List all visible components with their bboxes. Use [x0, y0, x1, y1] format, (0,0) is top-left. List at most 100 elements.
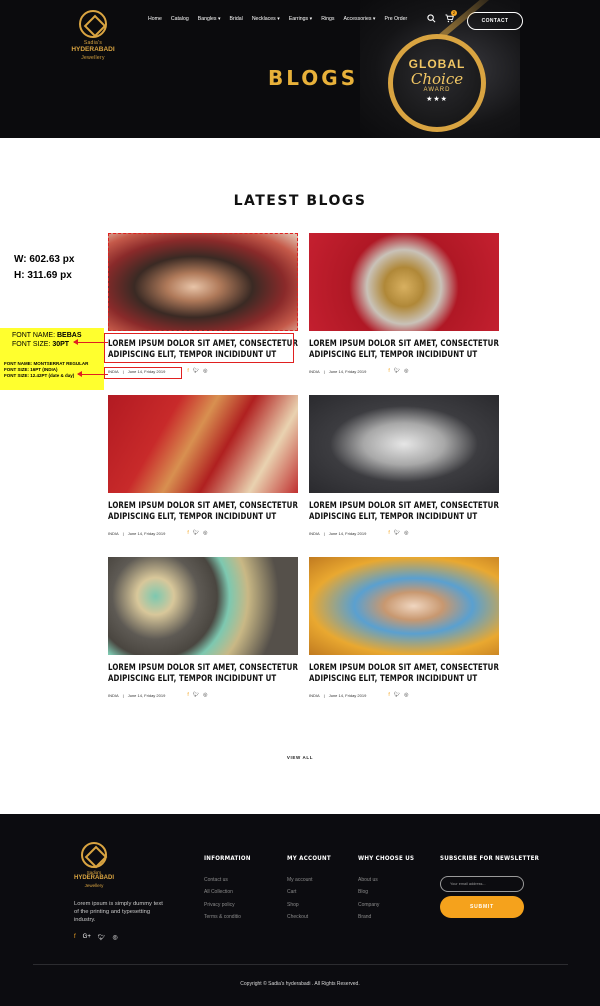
share-icons: f 🐦︎ ◎ — [388, 368, 408, 374]
blog-card[interactable]: LOREM IPSUM DOLOR SIT AMET, CONSECTETUR … — [108, 557, 298, 698]
blog-title[interactable]: LOREM IPSUM DOLOR SIT AMET, CONSECTETUR … — [108, 663, 298, 685]
width-annotation: W: 602.63 px — [14, 254, 75, 265]
instagram-icon[interactable]: ◎ — [404, 692, 408, 698]
nav-item-catalog[interactable]: Catalog — [171, 16, 189, 22]
twitter-icon[interactable]: 🐦︎ — [394, 530, 400, 536]
blog-date: June 14, Friday 2019 — [127, 530, 166, 536]
twitter-icon[interactable]: 🐦︎ — [193, 692, 199, 698]
nav-item-earrings[interactable]: Earrings ▾ — [289, 16, 312, 22]
footer-link[interactable]: About us — [358, 874, 424, 886]
footer-link[interactable]: All Collection — [204, 886, 259, 898]
facebook-icon[interactable]: f — [388, 530, 389, 536]
facebook-icon[interactable]: f — [187, 368, 188, 374]
blog-date: June 14, Friday 2019 — [328, 692, 367, 698]
nav-item-accessories[interactable]: Accessories ▾ — [343, 16, 375, 22]
footer-link[interactable]: Blog — [358, 886, 424, 898]
page: Sadia's HYDERABADI Jewellery Home Catalo… — [0, 0, 600, 1006]
search-icon[interactable] — [427, 14, 436, 23]
blog-card[interactable]: LOREM IPSUM DOLOR SIT AMET, CONSECTETUR … — [309, 557, 499, 698]
blog-card[interactable]: LOREM IPSUM DOLOR SIT AMET, CONSECTETUR … — [108, 395, 298, 536]
facebook-icon[interactable]: f — [388, 692, 389, 698]
blog-title[interactable]: LOREM IPSUM DOLOR SIT AMET, CONSECTETUR … — [309, 663, 499, 685]
facebook-icon[interactable]: f — [187, 530, 188, 536]
global-choice-award-badge: GLOBAL Choice AWARD ★★★ — [388, 34, 486, 132]
nav-item-bangles[interactable]: Bangles ▾ — [198, 16, 221, 22]
twitter-icon[interactable]: 🐦︎ — [394, 368, 400, 374]
chevron-down-icon: ▾ — [309, 16, 313, 22]
blog-title[interactable]: LOREM IPSUM DOLOR SIT AMET, CONSECTETUR … — [108, 501, 298, 523]
footer-link[interactable]: Cart — [287, 886, 339, 898]
nav-item-home[interactable]: Home — [148, 16, 162, 22]
nav-item-bridal[interactable]: Bridal — [230, 16, 243, 22]
instagram-icon[interactable]: ◎ — [404, 530, 408, 536]
footer-link[interactable]: Shop — [287, 899, 339, 911]
nav-item-accessories-label: Accessories — [343, 16, 372, 22]
chevron-down-icon: ▾ — [372, 16, 376, 22]
newsletter-heading: SUBSCRIBE FOR NEWSLETTER — [440, 854, 540, 862]
blog-image-bride-veil[interactable] — [309, 557, 499, 655]
blog-date: June 14, Friday 2019 — [328, 368, 367, 374]
image-annotation-box — [108, 233, 298, 331]
nav-item-preorder[interactable]: Pre Order — [385, 16, 408, 22]
blog-country: INDIA — [108, 692, 119, 698]
blog-card[interactable]: LOREM IPSUM DOLOR SIT AMET, CONSECTETUR … — [309, 395, 499, 536]
instagram-icon[interactable]: ◎ — [112, 934, 117, 941]
view-all-link[interactable]: VIEW ALL — [0, 755, 600, 760]
meta-annotation-box — [104, 367, 182, 379]
footer-link[interactable]: Terms & conditio — [204, 911, 259, 923]
logo-emblem-icon — [81, 842, 107, 868]
contact-button[interactable]: CONTACT — [467, 12, 523, 30]
blog-image-earrings[interactable] — [108, 557, 298, 655]
share-icons: f 🐦︎ ◎ — [187, 530, 207, 536]
blog-meta: INDIA | June 14, Friday 2019 f 🐦︎ ◎ — [309, 692, 409, 698]
facebook-icon[interactable]: f — [388, 368, 389, 374]
site-logo[interactable]: Sadia's HYDERABADI Jewellery — [71, 10, 115, 61]
page-title: BLOGS — [268, 66, 359, 90]
instagram-icon[interactable]: ◎ — [203, 530, 207, 536]
twitter-icon[interactable]: 🐦︎ — [98, 934, 106, 941]
blog-title[interactable]: LOREM IPSUM DOLOR SIT AMET, CONSECTETUR … — [309, 339, 499, 361]
footer-column-information: INFORMATION Contact us All Collection Pr… — [204, 854, 259, 924]
title-annotation-arrow — [73, 339, 108, 345]
font-size-label: FONT SIZE: — [12, 341, 53, 348]
instagram-icon[interactable]: ◎ — [404, 368, 408, 374]
instagram-icon[interactable]: ◎ — [203, 368, 207, 374]
nav-item-rings[interactable]: Rings — [321, 16, 334, 22]
blog-image-silver-set[interactable] — [309, 395, 499, 493]
facebook-icon[interactable]: f — [187, 692, 188, 698]
twitter-icon[interactable]: 🐦︎ — [193, 530, 199, 536]
footer-link[interactable]: Contact us — [204, 874, 259, 886]
chevron-down-icon: ▾ — [277, 16, 280, 22]
blog-date: June 14, Friday 2019 — [328, 530, 367, 536]
footer-logo[interactable]: Sadia's HYDERABADI Jewellery — [74, 842, 114, 888]
footer-link[interactable]: Privacy policy — [204, 899, 259, 911]
share-icons: f 🐦︎ ◎ — [388, 530, 408, 536]
footer-link[interactable]: Checkout — [287, 911, 339, 923]
instagram-icon[interactable]: ◎ — [203, 692, 207, 698]
logo-tagline: Jewellery — [84, 883, 104, 888]
twitter-icon[interactable]: 🐦︎ — [193, 368, 199, 374]
footer-link[interactable]: Brand — [358, 911, 424, 923]
font-spec-note: FONT NAME: BEBAS FONT SIZE: 30PT FONT NA… — [0, 328, 104, 390]
blog-image-bangles[interactable] — [108, 395, 298, 493]
blog-country: INDIA — [309, 692, 320, 698]
facebook-icon[interactable]: f — [74, 934, 76, 941]
blog-card[interactable]: LOREM IPSUM DOLOR SIT AMET, CONSECTETUR … — [309, 233, 499, 374]
blog-title[interactable]: LOREM IPSUM DOLOR SIT AMET, CONSECTETUR … — [309, 501, 499, 523]
blog-image-necklace[interactable] — [309, 233, 499, 331]
logo-brand-text: HYDERABADI — [73, 875, 114, 881]
footer-heading: WHY CHOOSE US — [358, 854, 415, 862]
share-icons: f 🐦︎ ◎ — [187, 692, 207, 698]
newsletter-email-input[interactable]: Your email address... — [440, 876, 524, 892]
footer-link[interactable]: Company — [358, 899, 424, 911]
newsletter-submit-button[interactable]: SUBMIT — [440, 896, 524, 918]
copyright-text: Copyright © Sadia's hyderabadi . All Rig… — [240, 981, 360, 987]
footer-link[interactable]: My account — [287, 874, 339, 886]
footer-socials: f G+ 🐦︎ ◎ — [74, 934, 118, 941]
award-line-1: GLOBAL — [408, 57, 466, 71]
blog-country: INDIA — [108, 530, 119, 536]
google-plus-icon[interactable]: G+ — [83, 934, 91, 941]
twitter-icon[interactable]: 🐦︎ — [394, 692, 400, 698]
nav-item-necklaces[interactable]: Necklaces ▾ — [252, 16, 280, 22]
footer-column-my-account: MY ACCOUNT My account Cart Shop Checkout — [287, 854, 339, 924]
